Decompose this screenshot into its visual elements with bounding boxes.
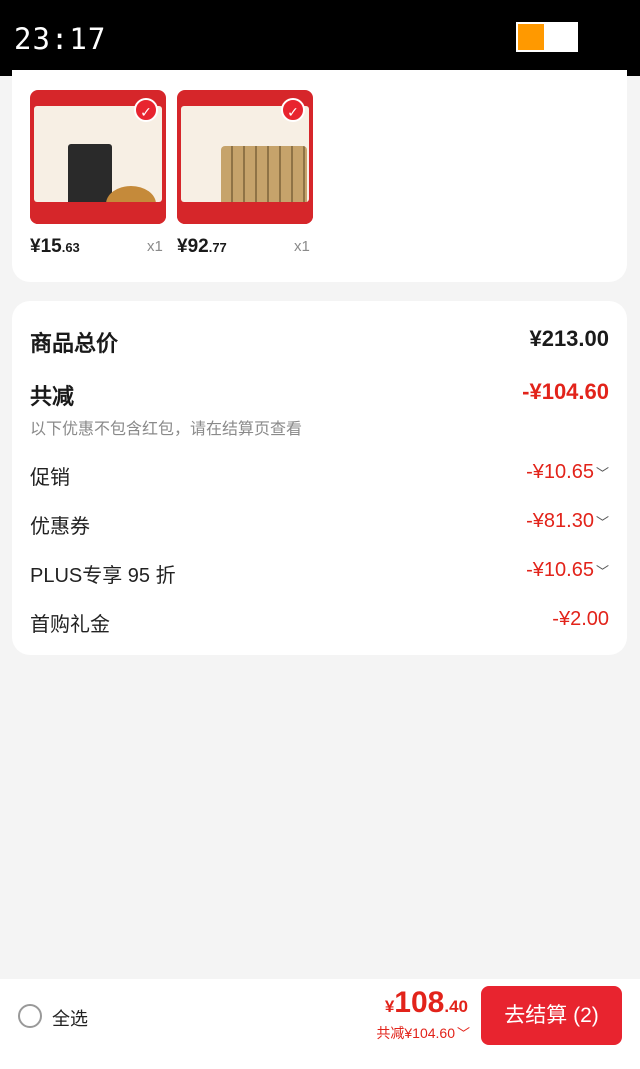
- discount-value: -¥2.00: [552, 608, 609, 630]
- saved-amount[interactable]: 共减¥104.60 ﹀: [376, 1023, 470, 1043]
- reduce-label: 共减: [30, 384, 75, 409]
- product-card: ✓ ¥15.63 x1 ✓ ¥92.77 x1: [12, 70, 627, 282]
- chevron-down-icon: ﹀: [595, 564, 609, 579]
- product-thumb-1[interactable]: ✓: [30, 90, 166, 224]
- discount-value: -¥10.65 ﹀: [526, 461, 609, 483]
- note-text: 以下优惠不包含红包，请在结算页查看: [30, 421, 303, 438]
- chevron-down-icon: ﹀: [595, 466, 609, 481]
- reduce-value: -¥104.60: [522, 379, 609, 404]
- status-bar: 23:17: [0, 0, 640, 76]
- product-price-1: ¥15.63: [30, 236, 80, 257]
- total-price: ¥108.40: [384, 986, 468, 1019]
- chevron-down-icon: ﹀: [595, 515, 609, 530]
- select-all-label[interactable]: 全选: [52, 1005, 88, 1031]
- discount-label: 促销: [30, 467, 70, 489]
- product-qty-1: x1: [147, 238, 163, 255]
- total-label: 商品总价: [30, 331, 119, 356]
- discount-value: -¥81.30 ﹀: [526, 510, 609, 532]
- chevron-down-icon: ﹀: [456, 1026, 470, 1041]
- checkmark-icon[interactable]: ✓: [281, 98, 305, 122]
- checkout-button[interactable]: 去结算 (2): [481, 986, 622, 1045]
- checkmark-icon[interactable]: ✓: [134, 98, 158, 122]
- product-qty-2: x1: [294, 238, 310, 255]
- product-thumb-2[interactable]: ✓: [177, 90, 313, 224]
- discount-label: 首购礼金: [30, 614, 110, 636]
- total-value: ¥213.00: [529, 326, 609, 351]
- product-price-2: ¥92.77: [177, 236, 227, 257]
- price-summary-card: 商品总价 ¥213.00 共减 -¥104.60 以下优惠不包含红包，请在结算页…: [12, 301, 627, 655]
- status-time: 23:17: [14, 22, 107, 56]
- discount-value: -¥10.65 ﹀: [526, 559, 609, 581]
- discount-label: PLUS专享 95 折: [30, 565, 176, 587]
- checkout-bar: 全选 ¥108.40 共减¥104.60 ﹀ 去结算 (2): [0, 979, 640, 1069]
- battery-icon: [516, 22, 578, 52]
- discount-label: 优惠券: [30, 516, 90, 538]
- select-all-radio[interactable]: [18, 1004, 42, 1028]
